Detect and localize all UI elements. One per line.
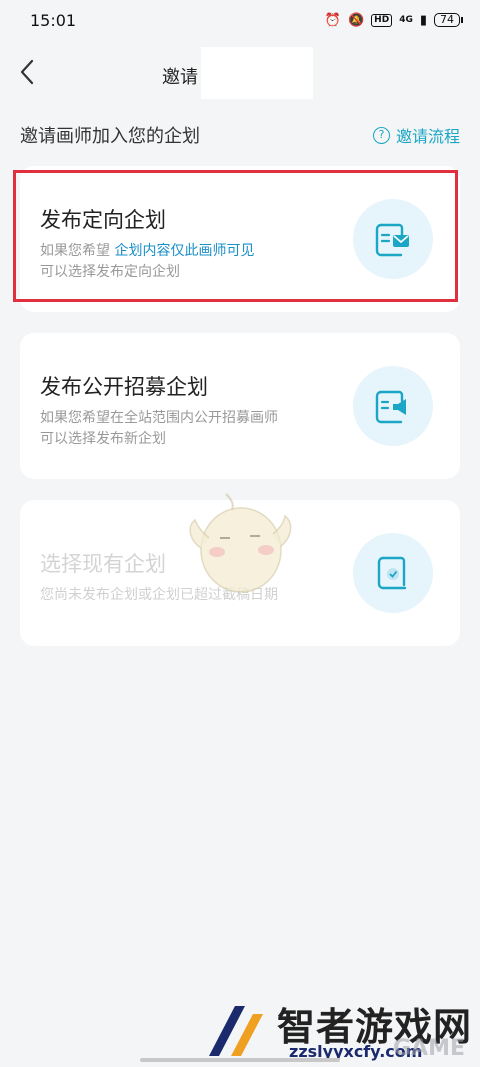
status-icons: ⏰ 🔕 HD 4G ▮ 74: [324, 12, 463, 28]
watermark: 智者游戏网 zzslyyxcfy.com GAME: [205, 996, 475, 1062]
signal-icon: ▮: [419, 12, 427, 28]
document-check-icon: [353, 533, 433, 613]
card-description-2: 可以选择发布新企划: [40, 431, 166, 447]
card-description: 如果您希望在全站范围内公开招募画师: [40, 410, 278, 426]
document-megaphone-icon: [353, 366, 433, 446]
watermark-logo-icon: [209, 1006, 263, 1056]
invite-flow-label: 邀请流程: [395, 127, 460, 146]
section-header: 邀请画师加入您的企划 ? 邀请流程: [20, 122, 460, 148]
alarm-icon: ⏰: [324, 12, 341, 28]
hd-badge: HD: [371, 13, 393, 27]
watermark-ghost-text: GAME: [393, 1036, 466, 1061]
nav-bar: 邀请: [0, 45, 480, 101]
mute-bell-icon: 🔕: [347, 12, 365, 28]
section-title: 邀请画师加入您的企划: [20, 126, 200, 147]
mascot-illustration: [186, 488, 296, 598]
highlight-frame: [13, 170, 458, 302]
status-bar: 15:01 ⏰ 🔕 HD 4G ▮ 74: [0, 0, 480, 40]
home-indicator: [140, 1058, 340, 1062]
card-title: 选择现有企划: [40, 552, 166, 576]
network-badge: 4G: [399, 15, 413, 25]
public-recruit-card[interactable]: 发布公开招募企划 如果您希望在全站范围内公开招募画师 可以选择发布新企划: [20, 333, 460, 479]
chevron-left-icon: [20, 59, 34, 85]
redaction-mask: [201, 47, 313, 99]
invite-flow-link[interactable]: ? 邀请流程: [372, 123, 460, 147]
page-title: 邀请: [162, 67, 198, 88]
battery-indicator: 74: [434, 13, 463, 27]
status-time: 15:01: [30, 10, 77, 30]
back-button[interactable]: [14, 55, 44, 89]
card-title: 发布公开招募企划: [40, 375, 208, 399]
question-circle-icon: ?: [372, 126, 390, 144]
